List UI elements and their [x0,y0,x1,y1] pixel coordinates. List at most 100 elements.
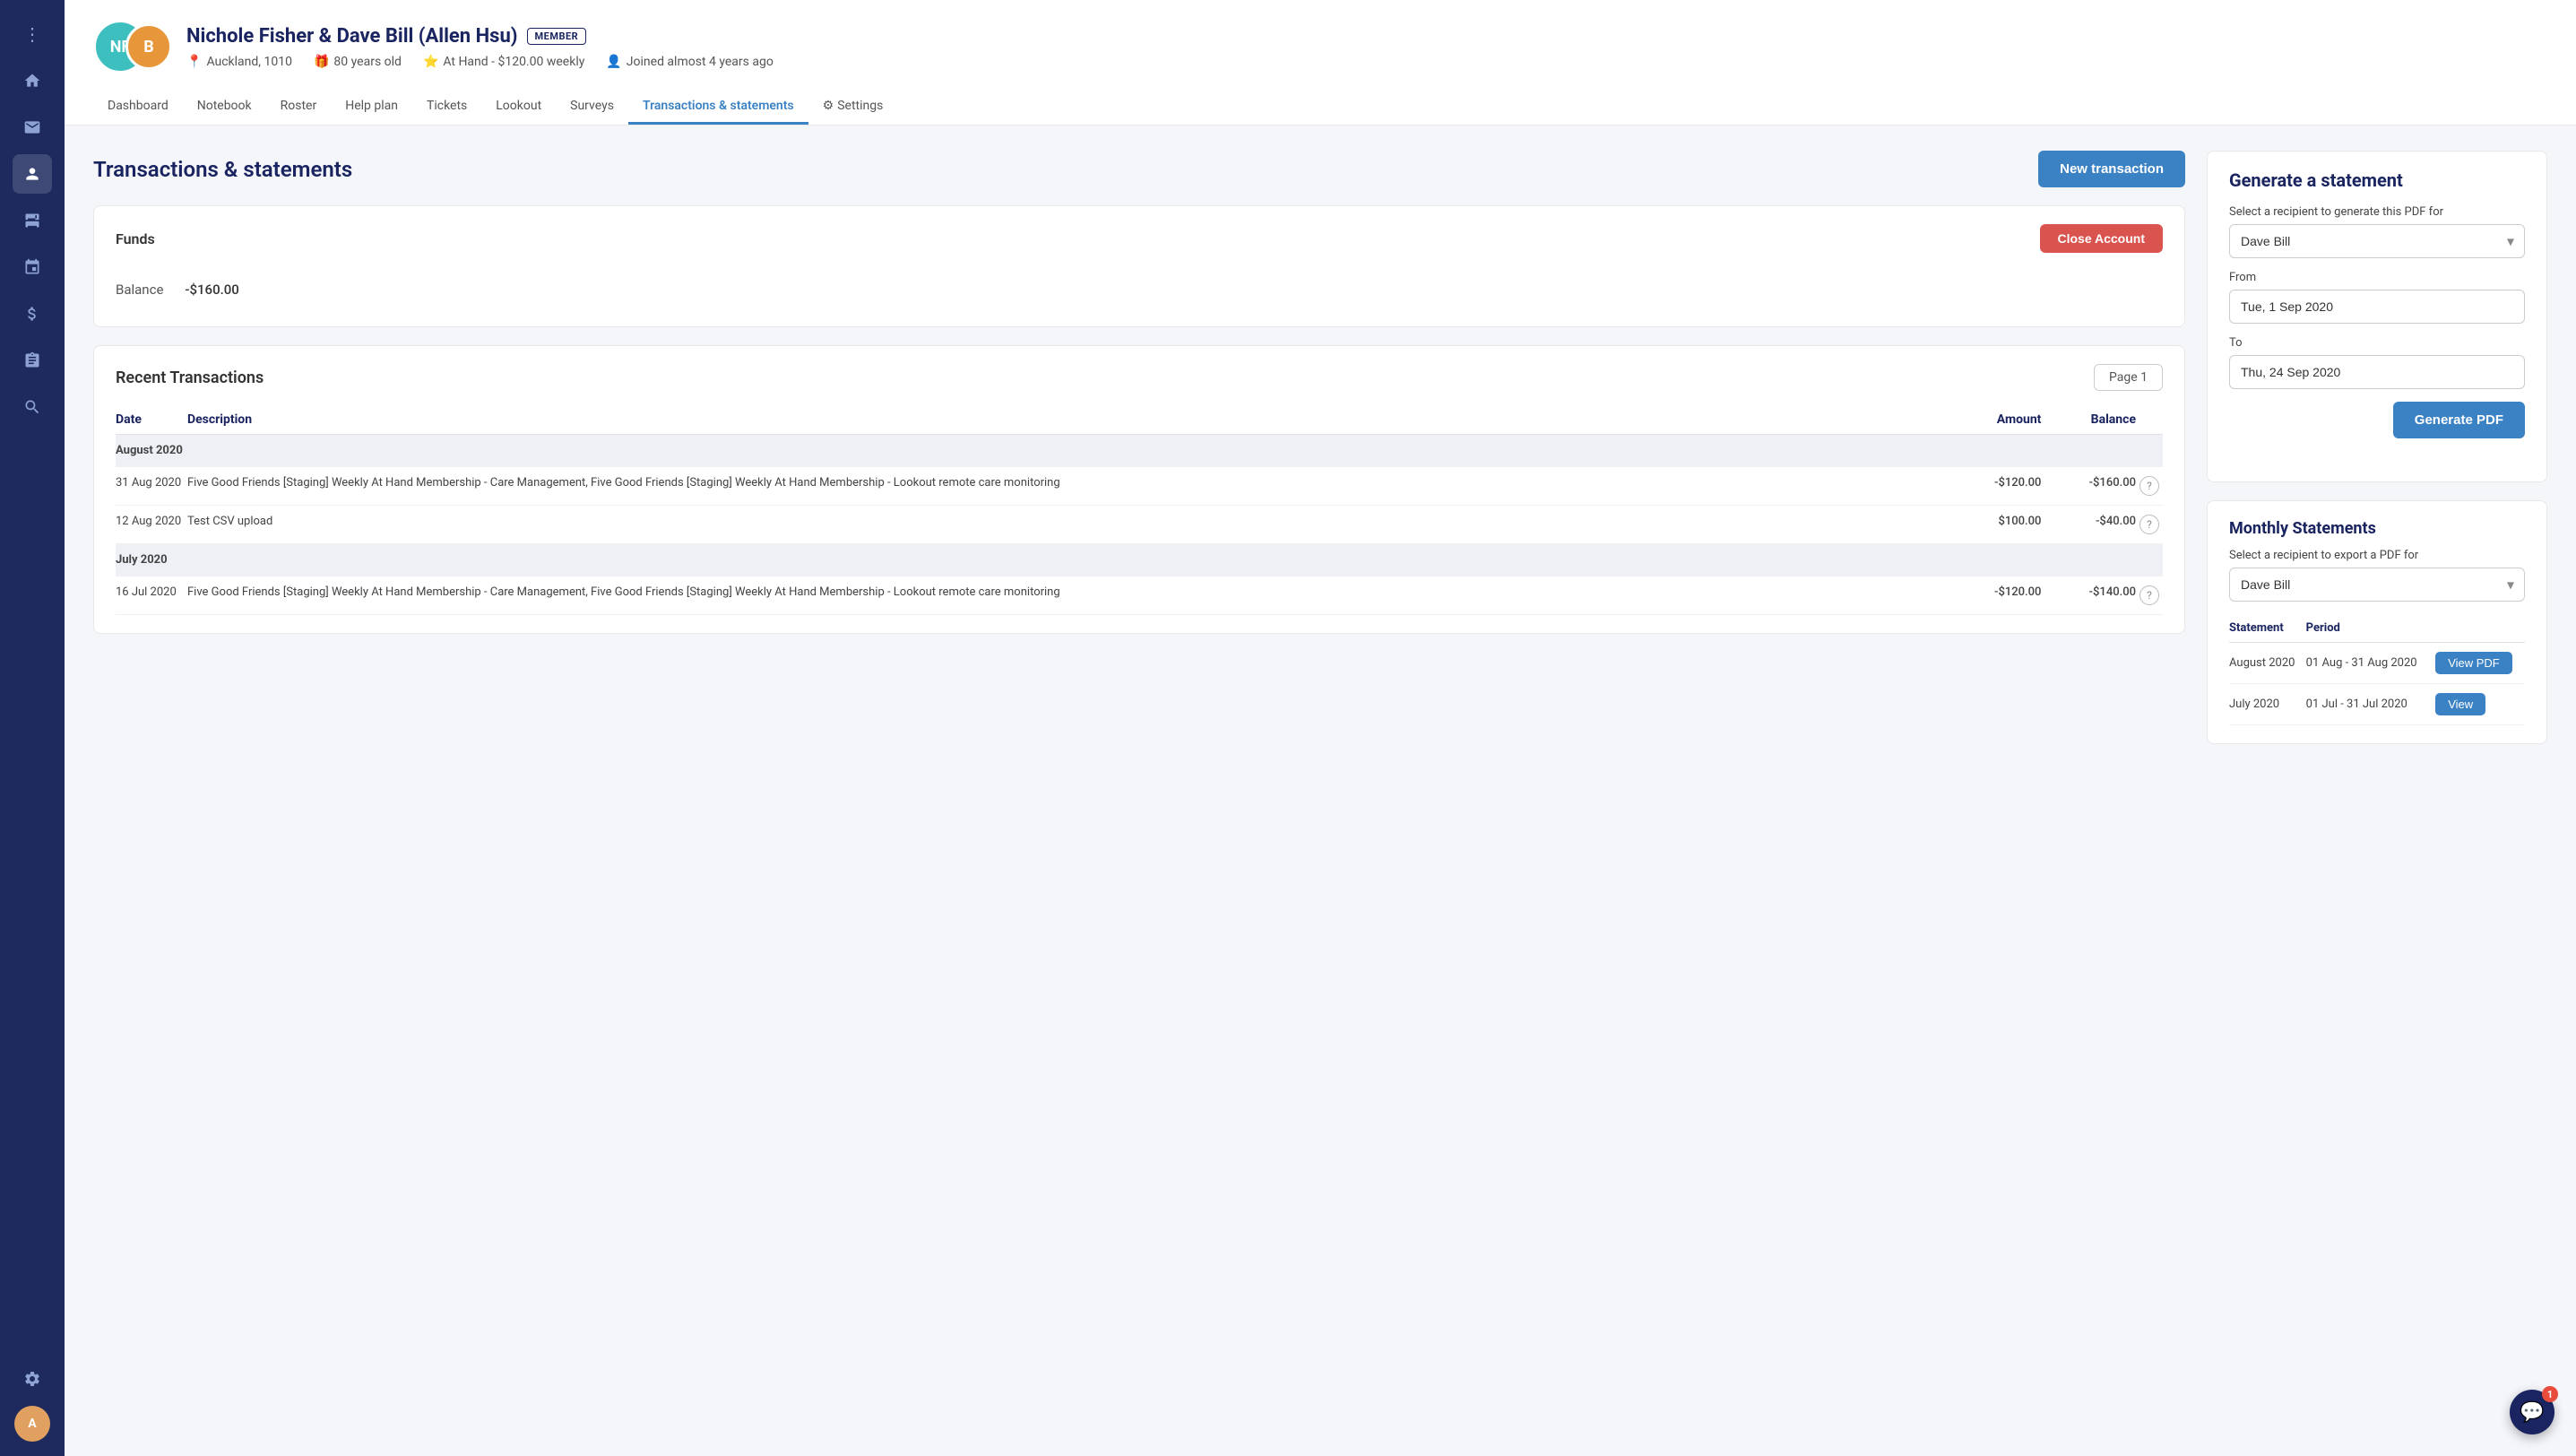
recent-transactions-header: Recent Transactions Page 1 [116,364,2163,391]
col-date: Date [116,405,187,435]
list-item: July 2020 01 Jul - 31 Jul 2020 View [2229,684,2525,725]
col-action [2435,614,2525,643]
to-label: To [2229,336,2525,350]
tab-surveys[interactable]: Surveys [556,90,628,125]
tab-roster[interactable]: Roster [266,90,332,125]
from-input[interactable] [2229,290,2525,324]
tab-dashboard[interactable]: Dashboard [93,90,183,125]
balance-row: Balance -$160.00 [116,271,2163,308]
location-icon: 📍 [186,55,202,69]
left-panel: Transactions & statements New transactio… [93,151,2185,1431]
row-amount: -$120.00 [1947,467,2042,506]
right-panel: Generate a statement Select a recipient … [2207,151,2547,1431]
main-content: NF B Nichole Fisher & Dave Bill (Allen H… [65,0,2576,1456]
recipient-label: Select a recipient to generate this PDF … [2229,205,2525,219]
settings-nav-icon: ⚙ [823,99,834,113]
recent-transactions-card: Recent Transactions Page 1 Date Descript… [93,345,2185,634]
transactions-table: Date Description Amount Balance August 2… [116,405,2163,615]
info-button[interactable]: ? [2139,476,2159,496]
inbox-icon[interactable] [13,108,52,147]
avatar-b: B [125,23,172,70]
monthly-recipient-label: Select a recipient to export a PDF for [2229,549,2525,562]
monthly-recipient-select-wrapper: Dave Bill ▾ [2229,568,2525,602]
sidebar: ⋮ A [0,0,65,1456]
funds-header: Funds Close Account [116,224,2163,253]
tab-tickets[interactable]: Tickets [412,90,481,125]
table-row: 12 Aug 2020 Test CSV upload $100.00 -$40… [116,506,2163,544]
tab-settings[interactable]: ⚙ Settings [808,90,898,125]
page-indicator: Page 1 [2094,364,2163,391]
group-august-2020: August 2020 [116,435,2163,467]
header-top: NF B Nichole Fisher & Dave Bill (Allen H… [93,18,2547,75]
tab-notebook[interactable]: Notebook [183,90,266,125]
row-info[interactable]: ? [2136,506,2163,544]
balance-value: -$160.00 [185,282,238,298]
generate-statement-card: Generate a statement Select a recipient … [2207,151,2547,482]
row-info[interactable]: ? [2136,467,2163,506]
tab-transactions[interactable]: Transactions & statements [628,90,808,125]
database-icon[interactable] [13,201,52,240]
clipboard-icon[interactable] [13,341,52,380]
row-balance: -$40.00 [2041,506,2136,544]
chat-badge: 1 [2542,1386,2558,1402]
monthly-recipient-select[interactable]: Dave Bill [2229,568,2525,602]
table-row: 31 Aug 2020 Five Good Friends [Staging] … [116,467,2163,506]
chat-icon: 💬 [2520,1401,2544,1424]
header-info: Nichole Fisher & Dave Bill (Allen Hsu) M… [186,25,2547,69]
col-info [2136,405,2163,435]
row-date: 12 Aug 2020 [116,506,187,544]
funds-title: Funds [116,230,155,247]
new-transaction-button[interactable]: New transaction [2038,151,2185,187]
row-description: Five Good Friends [Staging] Weekly At Ha… [187,576,1947,615]
col-statement: Statement [2229,614,2306,643]
age-meta: 🎁 80 years old [314,55,402,69]
joined-meta: 👤 Joined almost 4 years ago [606,55,773,69]
balance-label: Balance [116,282,163,298]
calendar-icon[interactable] [13,247,52,287]
person-icon[interactable] [13,154,52,194]
row-date: 16 Jul 2020 [116,576,187,615]
location-meta: 📍 Auckland, 1010 [186,55,292,69]
row-balance: -$140.00 [2041,576,2136,615]
statement-action: View PDF [2435,643,2525,684]
home-icon[interactable] [13,61,52,100]
group-july-2020: July 2020 [116,544,2163,576]
view-pdf-button[interactable]: View PDF [2435,652,2512,674]
monthly-statements-card: Monthly Statements Select a recipient to… [2207,500,2547,744]
dollar-icon[interactable] [13,294,52,334]
info-button[interactable]: ? [2139,585,2159,605]
tab-help-plan[interactable]: Help plan [331,90,412,125]
monthly-statements-title: Monthly Statements [2229,519,2525,538]
recipient-select[interactable]: Dave Bill [2229,224,2525,258]
info-button[interactable]: ? [2139,515,2159,534]
from-label: From [2229,271,2525,284]
recent-transactions-title: Recent Transactions [116,368,264,387]
search-icon[interactable] [13,387,52,427]
user-avatar[interactable]: A [14,1406,50,1442]
row-info[interactable]: ? [2136,576,2163,615]
row-description: Test CSV upload [187,506,1947,544]
generate-statement-title: Generate a statement [2229,169,2525,191]
statement-name: July 2020 [2229,684,2306,725]
tab-lookout[interactable]: Lookout [481,90,556,125]
statement-period: 01 Jul - 31 Jul 2020 [2306,684,2436,725]
page-title: Transactions & statements [93,157,352,182]
row-date: 31 Aug 2020 [116,467,187,506]
member-name: Nichole Fisher & Dave Bill (Allen Hsu) M… [186,25,2547,48]
generate-pdf-button[interactable]: Generate PDF [2393,402,2525,438]
to-input[interactable] [2229,355,2525,389]
person-joined-icon: 👤 [606,55,621,69]
col-amount: Amount [1947,405,2042,435]
star-icon: ⭐ [423,55,438,69]
col-period: Period [2306,614,2436,643]
view-button[interactable]: View [2435,693,2485,715]
menu-icon[interactable]: ⋮ [13,14,52,54]
chat-button[interactable]: 💬 1 [2510,1390,2554,1434]
member-avatars: NF B [93,18,172,75]
row-amount: -$120.00 [1947,576,2042,615]
header: NF B Nichole Fisher & Dave Bill (Allen H… [65,0,2576,126]
table-row: 16 Jul 2020 Five Good Friends [Staging] … [116,576,2163,615]
settings-icon[interactable] [13,1359,52,1399]
close-account-button[interactable]: Close Account [2040,224,2164,253]
statement-name: August 2020 [2229,643,2306,684]
